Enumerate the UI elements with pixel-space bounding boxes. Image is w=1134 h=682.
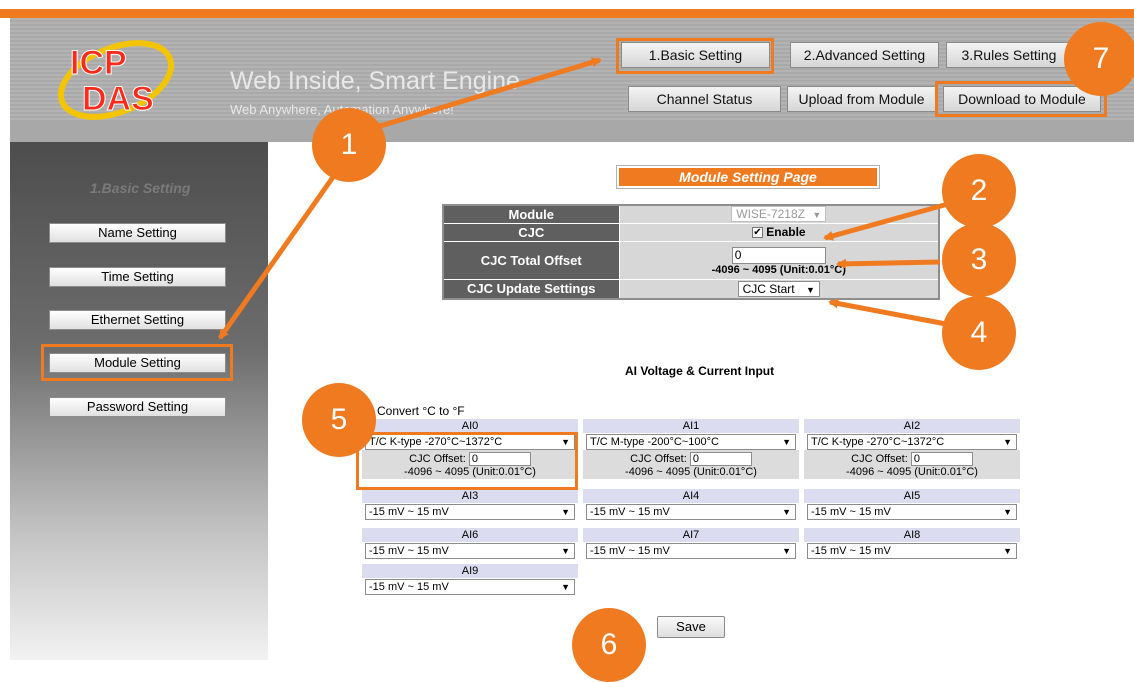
step-badge-7: 7 (1064, 22, 1134, 96)
arrow-to-basic-setting (359, 57, 602, 135)
step-badge-1: 1 (312, 108, 386, 182)
arrow-to-cjc-enable (823, 201, 949, 241)
step-badge-2: 2 (942, 154, 1016, 228)
step-badge-6: 6 (572, 608, 646, 682)
step-badge-4: 4 (942, 296, 1016, 370)
arrow-to-cjc-update (828, 298, 947, 327)
step-badge-5: 5 (302, 383, 376, 457)
arrow-to-module-setting (217, 158, 348, 340)
arrow-to-cjc-offset (836, 258, 941, 269)
step-badge-3: 3 (942, 223, 1016, 297)
